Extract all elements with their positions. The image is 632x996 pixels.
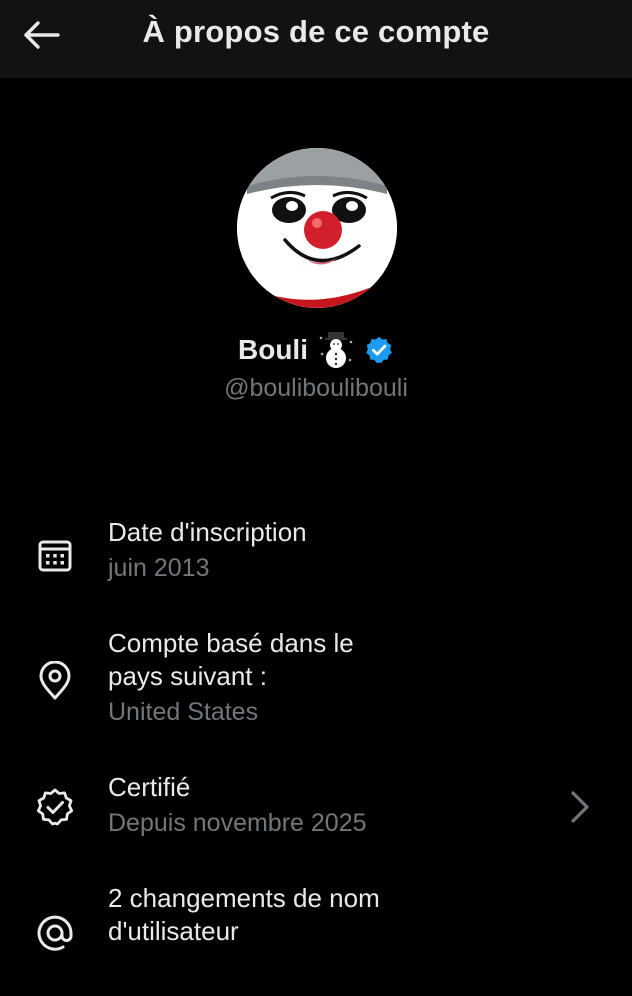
- snowman-avatar-image: [237, 148, 397, 308]
- verified-badge-icon: [366, 336, 392, 364]
- join-date-text: Date d'inscription juin 2013: [108, 516, 548, 585]
- location-title-line2: pays suivant :: [108, 661, 267, 691]
- at-sign-icon-wrapper: [34, 912, 76, 954]
- verified-title: Certifié: [108, 772, 191, 802]
- top-bar: À propos de ce compte: [0, 0, 632, 78]
- join-date-title: Date d'inscription: [108, 517, 307, 547]
- calendar-icon: [38, 540, 72, 572]
- verified-seal-icon: [36, 788, 74, 826]
- profile-handle: @boulibouliboul‌i: [224, 374, 408, 402]
- avatar: [237, 148, 397, 308]
- at-sign-icon: [37, 915, 73, 951]
- location-title-line1: Compte basé dans le: [108, 628, 354, 658]
- username-changes-text: 2 changements de nom d'utilisateur: [108, 882, 548, 948]
- page-title: À propos de ce compte: [142, 14, 490, 49]
- location-pin-icon-wrapper: [34, 660, 76, 702]
- verified-text: Certifié Depuis novembre 2025: [108, 771, 548, 840]
- username-changes-line2: d'utilisateur: [108, 916, 239, 946]
- location-pin-icon: [39, 661, 71, 700]
- chevron-right-icon: [571, 791, 589, 823]
- join-date-value: juin 2013: [108, 554, 210, 582]
- location-value: United States: [108, 698, 259, 726]
- profile-name: Bouli: [238, 334, 308, 365]
- username-changes-line1: 2 changements de nom: [108, 883, 380, 913]
- verified-chevron-button[interactable]: [568, 789, 592, 825]
- profile-name-row: Bouli: [0, 330, 632, 370]
- calendar-icon-wrapper: [34, 534, 76, 576]
- verified-value: Depuis novembre 2025: [108, 809, 367, 837]
- verified-seal-icon-wrapper: [34, 787, 76, 829]
- snowman-emoji-icon: [319, 332, 353, 368]
- location-text: Compte basé dans le pays suivant : Unite…: [108, 627, 548, 729]
